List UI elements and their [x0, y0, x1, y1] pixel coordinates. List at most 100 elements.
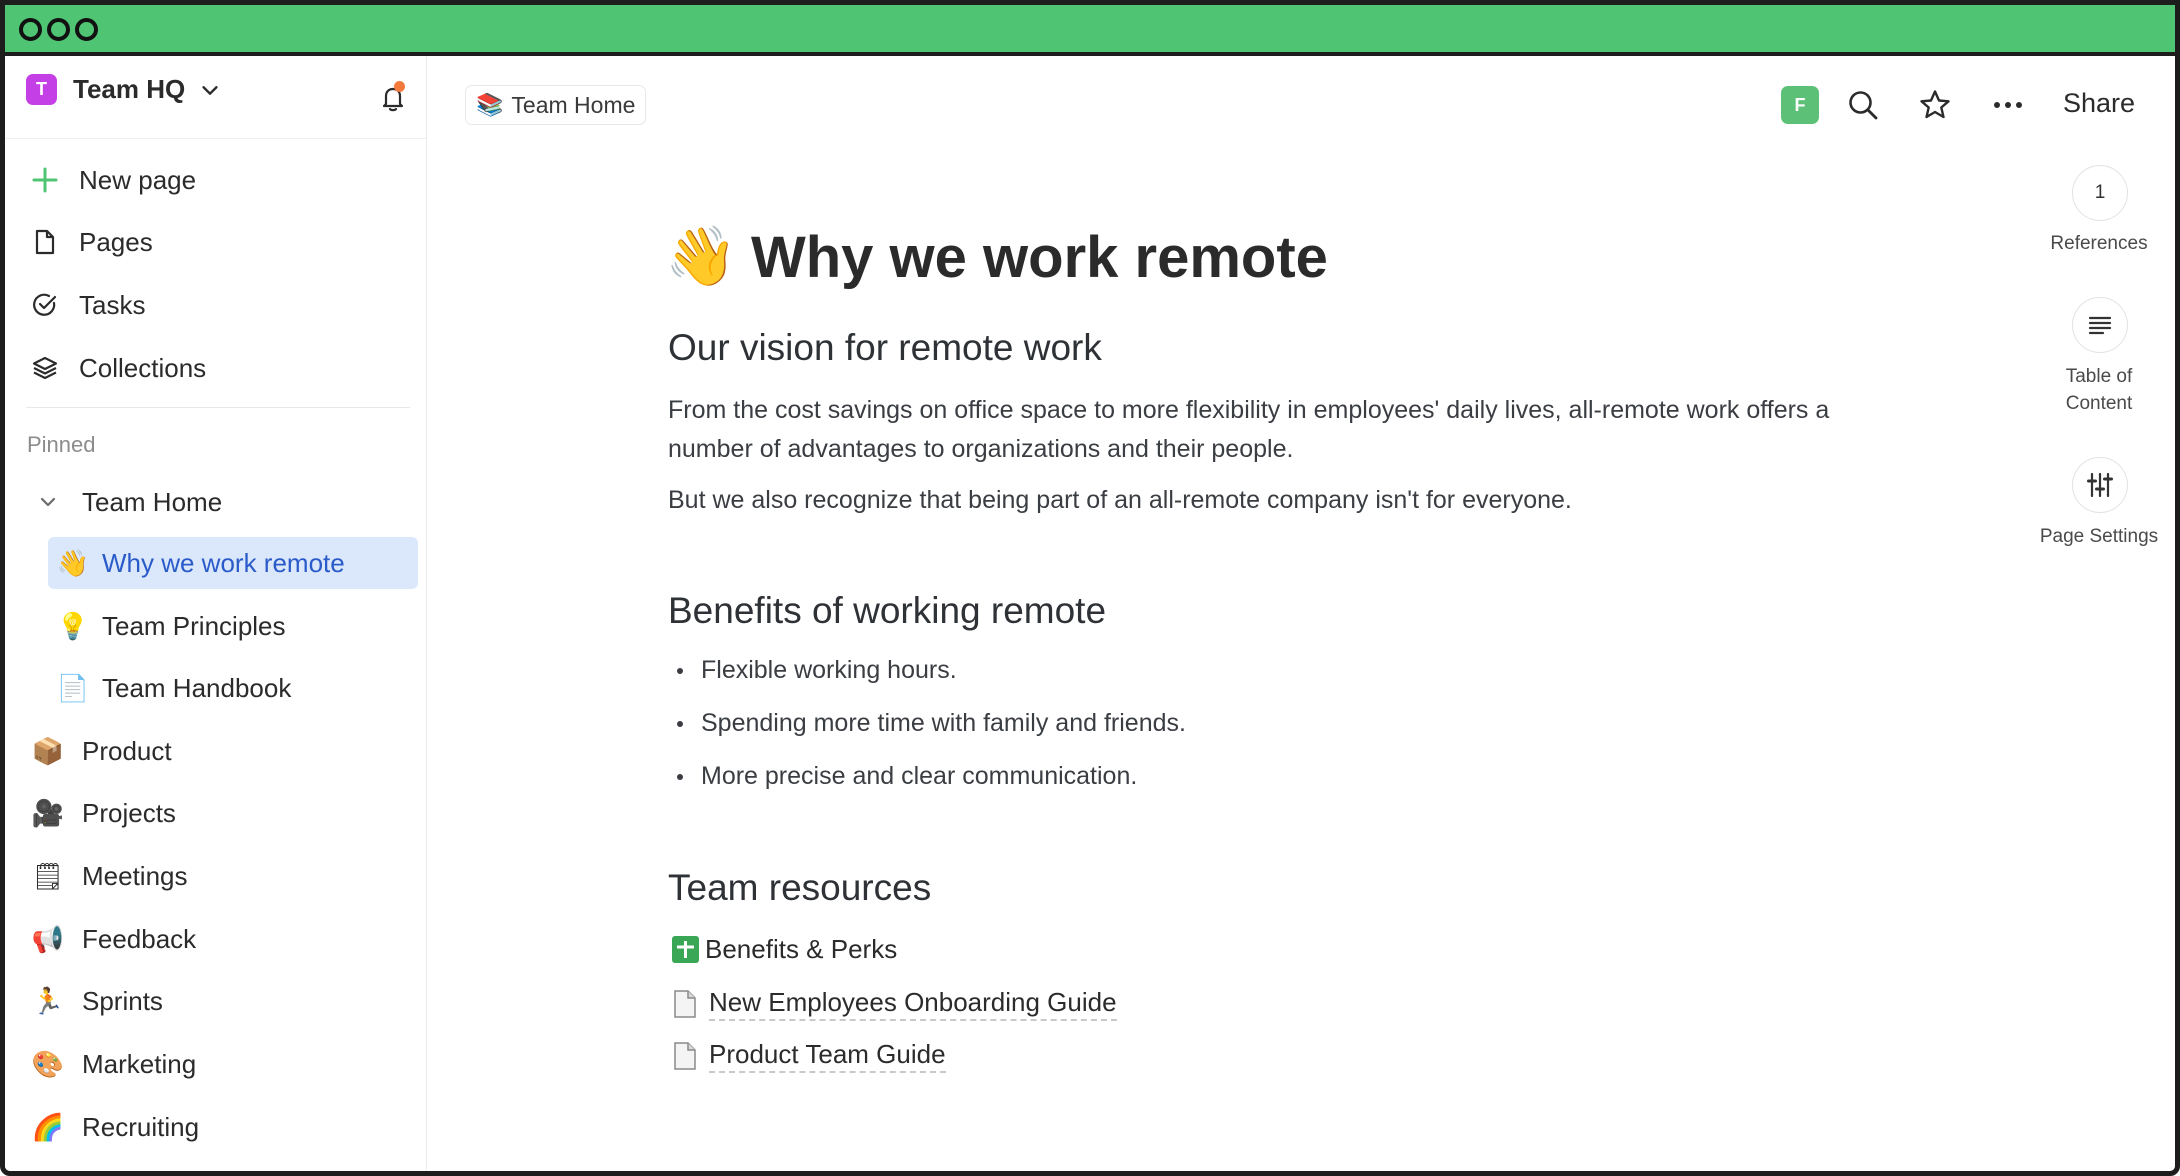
- megaphone-icon: 📢: [31, 923, 65, 954]
- document-icon: [671, 1042, 699, 1070]
- sidebar-item-label: Why we work remote: [102, 547, 345, 578]
- breadcrumb-label: Team Home: [511, 91, 636, 118]
- paragraph-vision-1: From the cost savings on office space to…: [668, 396, 1830, 463]
- rainbow-icon: 🌈: [31, 1111, 65, 1142]
- sidebar-item-label: Team Principles: [102, 610, 286, 641]
- text-lines-icon: [2088, 316, 2112, 335]
- workspace-switcher[interactable]: T Team HQ: [26, 74, 221, 105]
- window-titlebar: [5, 5, 2175, 56]
- page-icon: [30, 227, 60, 257]
- chevron-down-icon[interactable]: [33, 492, 63, 512]
- favorite-button[interactable]: [1917, 87, 1953, 123]
- page-title-text[interactable]: Why we work remote: [751, 224, 1328, 291]
- sidebar-item-team-handbook[interactable]: 📄 Team Handbook: [56, 662, 292, 714]
- sidebar-item-collections[interactable]: Collections: [30, 348, 206, 388]
- pinned-section-label: Pinned: [27, 432, 96, 457]
- sidebar-item-label: Tasks: [79, 289, 146, 320]
- sidebar-item-projects[interactable]: 🎥 Projects: [31, 787, 176, 839]
- check-circle-icon: [30, 290, 60, 320]
- sidebar-item-label: Marketing: [82, 1048, 197, 1079]
- sidebar-item-label: Projects: [82, 797, 176, 828]
- sidebar-item-new-page[interactable]: New page: [30, 160, 196, 200]
- runner-icon: 🏃: [31, 985, 65, 1016]
- sidebar-item-tasks[interactable]: Tasks: [30, 285, 145, 325]
- list-item: Spending more time with family and frien…: [677, 709, 1186, 738]
- sidebar-item-pages[interactable]: Pages: [30, 222, 153, 262]
- sidebar-item-label: Team Home: [82, 486, 223, 517]
- sliders-icon: [2087, 472, 2113, 498]
- user-avatar[interactable]: F: [1781, 86, 1819, 124]
- resource-label: New Employees Onboarding Guide: [709, 987, 1117, 1021]
- app-window: T Team HQ New page Pages Tasks Collectio…: [0, 0, 2180, 1176]
- references-count: 1: [2094, 182, 2106, 203]
- references-button[interactable]: 1: [2072, 165, 2128, 221]
- sidebar-item-product[interactable]: 📦 Product: [32, 725, 172, 777]
- sidebar-item-label: Recruiting: [82, 1111, 200, 1142]
- spreadsheet-icon: [671, 936, 699, 964]
- bullet-dot: [677, 773, 683, 780]
- window-maximize-button[interactable]: [75, 18, 98, 41]
- sidebar-item-label: Sprints: [82, 985, 163, 1016]
- resource-onboarding-guide[interactable]: New Employees Onboarding Guide: [671, 987, 1117, 1021]
- more-horizontal-icon: [1994, 102, 2022, 108]
- sidebar-divider: [26, 407, 410, 408]
- bullet-dot: [677, 667, 683, 674]
- sidebar-divider: [5, 138, 426, 139]
- sidebar-item-meetings[interactable]: 🗒 Meetings: [31, 850, 188, 902]
- more-options-button[interactable]: [1990, 87, 2026, 123]
- sidebar-item-team-principles[interactable]: 💡 Team Principles: [56, 600, 286, 652]
- paragraph-vision-2: But we also recognize that being part of…: [668, 486, 1572, 514]
- sidebar: T Team HQ New page Pages Tasks Collectio…: [5, 56, 427, 1171]
- palette-icon: 🎨: [31, 1048, 65, 1079]
- list-item-text: More precise and clear communication.: [701, 762, 1138, 790]
- search-button[interactable]: [1845, 87, 1881, 123]
- sidebar-item-label: Meetings: [82, 860, 188, 891]
- page-settings-label: Page Settings: [2039, 526, 2159, 547]
- sidebar-item-sprints[interactable]: 🏃 Sprints: [31, 975, 163, 1027]
- layers-icon: [30, 353, 60, 383]
- sidebar-item-label: Feedback: [82, 923, 197, 954]
- workspace-avatar: T: [26, 74, 57, 105]
- document-icon: 📄: [56, 672, 90, 703]
- sidebar-item-recruiting[interactable]: 🌈 Recruiting: [31, 1101, 200, 1153]
- sidebar-item-why-we-work-remote[interactable]: 👋 Why we work remote: [48, 537, 418, 589]
- movie-camera-icon: 🎥: [31, 797, 65, 828]
- heading-resources: Team resources: [668, 867, 932, 908]
- heading-vision: Our vision for remote work: [668, 327, 1102, 368]
- sidebar-item-label: Pages: [79, 226, 153, 257]
- workspace-name: Team HQ: [73, 74, 186, 104]
- sidebar-item-feedback[interactable]: 📢 Feedback: [31, 913, 197, 965]
- lightbulb-icon: 💡: [56, 610, 90, 641]
- heading-benefits: Benefits of working remote: [668, 590, 1107, 631]
- sidebar-item-marketing[interactable]: 🎨 Marketing: [31, 1038, 197, 1090]
- notification-dot: [394, 81, 405, 92]
- list-item: More precise and clear communication.: [677, 762, 1137, 791]
- breadcrumb[interactable]: 📚 Team Home: [465, 85, 647, 125]
- sidebar-item-label: Product: [82, 735, 172, 766]
- sidebar-item-label: Team Handbook: [102, 672, 292, 703]
- table-of-content-button[interactable]: [2072, 297, 2128, 353]
- page-title[interactable]: 👋 Why we work remote: [665, 223, 1328, 291]
- references-label: References: [2050, 233, 2148, 254]
- resource-label: Benefits & Perks: [705, 934, 898, 964]
- sidebar-item-team-home[interactable]: Team Home: [33, 476, 222, 528]
- window-close-button[interactable]: [19, 18, 42, 41]
- list-item-text: Spending more time with family and frien…: [701, 709, 1186, 737]
- notepad-icon: 🗒: [31, 860, 65, 891]
- sidebar-item-label: Collections: [79, 352, 207, 383]
- waving-hand-icon: 👋: [56, 547, 90, 578]
- page-settings-button[interactable]: [2072, 457, 2128, 513]
- bullet-dot: [677, 720, 683, 727]
- waving-hand-icon[interactable]: 👋: [665, 223, 737, 291]
- star-icon: [1920, 90, 1950, 119]
- sidebar-item-label: New page: [79, 164, 197, 195]
- books-icon: 📚: [476, 92, 504, 117]
- list-item-text: Flexible working hours.: [701, 656, 957, 684]
- share-button[interactable]: Share: [2063, 88, 2135, 119]
- list-item: Flexible working hours.: [677, 656, 957, 685]
- document-icon: [671, 990, 699, 1018]
- resource-benefits-perks[interactable]: Benefits & Perks: [671, 934, 897, 965]
- chevron-down-icon: [202, 85, 218, 95]
- window-minimize-button[interactable]: [47, 18, 70, 41]
- resource-product-team-guide[interactable]: Product Team Guide: [671, 1039, 946, 1073]
